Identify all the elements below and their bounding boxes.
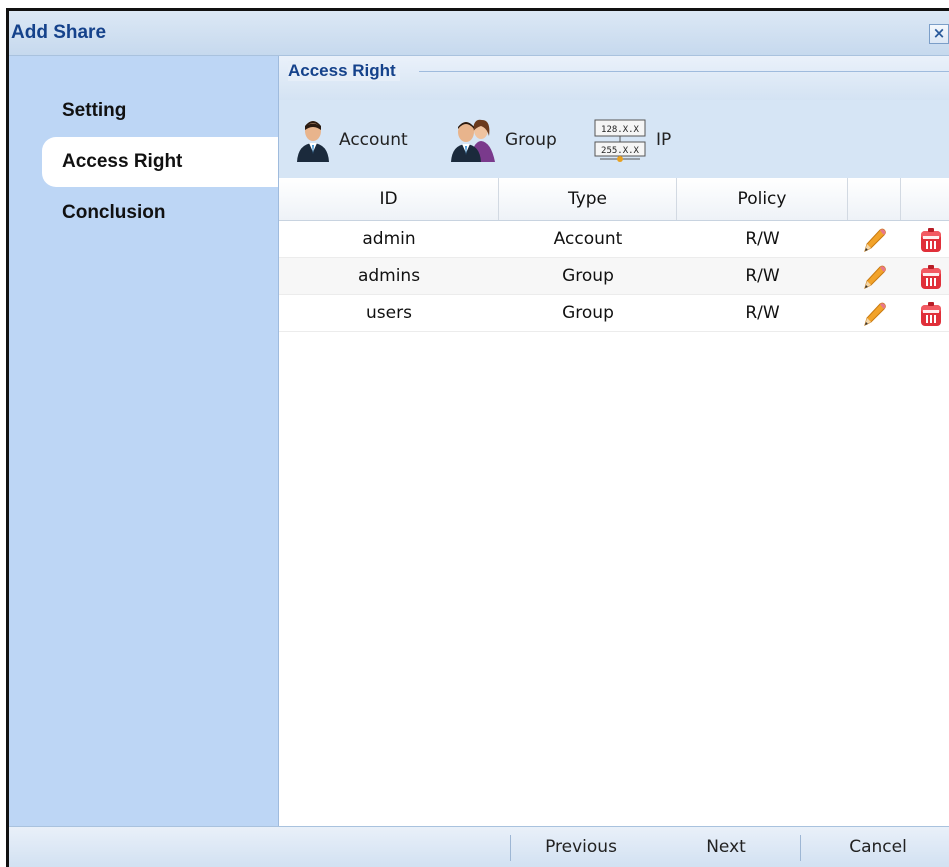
group-label: Group xyxy=(505,130,557,150)
close-icon: × xyxy=(932,24,946,42)
footer-divider xyxy=(800,835,801,861)
account-icon xyxy=(297,121,329,162)
row-id: users xyxy=(366,303,412,323)
pencil-icon xyxy=(864,265,886,289)
next-button[interactable]: Next xyxy=(671,827,781,867)
edit-button[interactable] xyxy=(861,301,887,331)
column-header-policy[interactable]: Policy xyxy=(677,178,848,220)
sidebar-item-label: Conclusion xyxy=(62,202,166,223)
edit-button[interactable] xyxy=(861,264,887,294)
ip-icon-text-bottom: 255.X.X xyxy=(601,146,640,156)
sidebar-item-label: Access Right xyxy=(62,151,183,172)
ip-icon: 128.X.X 255.X.X xyxy=(594,119,646,162)
row-policy: R/W xyxy=(745,266,780,286)
pencil-icon xyxy=(864,228,886,252)
delete-button[interactable] xyxy=(919,227,943,257)
dialog-title: Add Share xyxy=(11,22,107,43)
group-icon xyxy=(451,119,495,162)
column-header-type[interactable]: Type xyxy=(499,178,677,220)
previous-button[interactable]: Previous xyxy=(526,827,636,867)
row-policy: R/W xyxy=(745,303,780,323)
sidebar-footer xyxy=(9,826,278,867)
account-label: Account xyxy=(339,130,408,150)
table-row[interactable]: admin Account R/W xyxy=(279,221,949,258)
add-ip-button[interactable]: 128.X.X 255.X.X IP xyxy=(594,118,671,162)
add-share-dialog: Add Share × Setting Access Right Conclus… xyxy=(6,8,949,867)
column-header-edit xyxy=(848,178,901,220)
section-header: Access Right xyxy=(279,56,949,101)
sidebar-item-access-right[interactable]: Access Right xyxy=(42,137,278,187)
row-type: Group xyxy=(562,266,614,286)
column-header-id[interactable]: ID xyxy=(279,178,499,220)
wizard-steps-sidebar: Setting Access Right Conclusion xyxy=(9,56,278,867)
table-header: ID Type Policy xyxy=(279,178,949,221)
edit-button[interactable] xyxy=(861,227,887,257)
pencil-icon xyxy=(864,302,886,326)
wizard-footer: Previous Next Cancel xyxy=(278,826,949,867)
trash-icon xyxy=(921,228,941,252)
sidebar-item-setting[interactable]: Setting xyxy=(42,86,278,136)
table-row[interactable]: admins Group R/W xyxy=(279,258,949,295)
row-type: Group xyxy=(562,303,614,323)
table-row[interactable]: users Group R/W xyxy=(279,295,949,332)
close-button[interactable]: × xyxy=(929,24,949,44)
sidebar-item-conclusion[interactable]: Conclusion xyxy=(42,188,278,238)
access-toolbar: Account Group 128.X.X 255.X.X IP xyxy=(279,100,949,178)
cancel-button[interactable]: Cancel xyxy=(818,827,938,867)
trash-icon xyxy=(921,302,941,326)
add-group-button[interactable]: Group xyxy=(451,118,557,162)
sidebar-item-label: Setting xyxy=(62,100,127,121)
section-title: Access Right xyxy=(288,61,400,81)
access-right-panel: Access Right Account Group 128.X.X 255.X… xyxy=(278,56,949,827)
footer-divider xyxy=(510,835,511,861)
row-id: admins xyxy=(357,266,421,286)
dialog-titlebar: Add Share × xyxy=(9,11,949,56)
row-type: Account xyxy=(553,229,623,249)
delete-button[interactable] xyxy=(919,264,943,294)
delete-button[interactable] xyxy=(919,301,943,331)
section-divider xyxy=(419,71,949,72)
row-policy: R/W xyxy=(745,229,780,249)
ip-icon-text-top: 128.X.X xyxy=(601,125,640,135)
trash-icon xyxy=(921,265,941,289)
column-header-delete xyxy=(901,178,949,220)
row-id: admin xyxy=(362,229,416,249)
add-account-button[interactable]: Account xyxy=(295,118,408,162)
ip-label: IP xyxy=(656,130,672,150)
